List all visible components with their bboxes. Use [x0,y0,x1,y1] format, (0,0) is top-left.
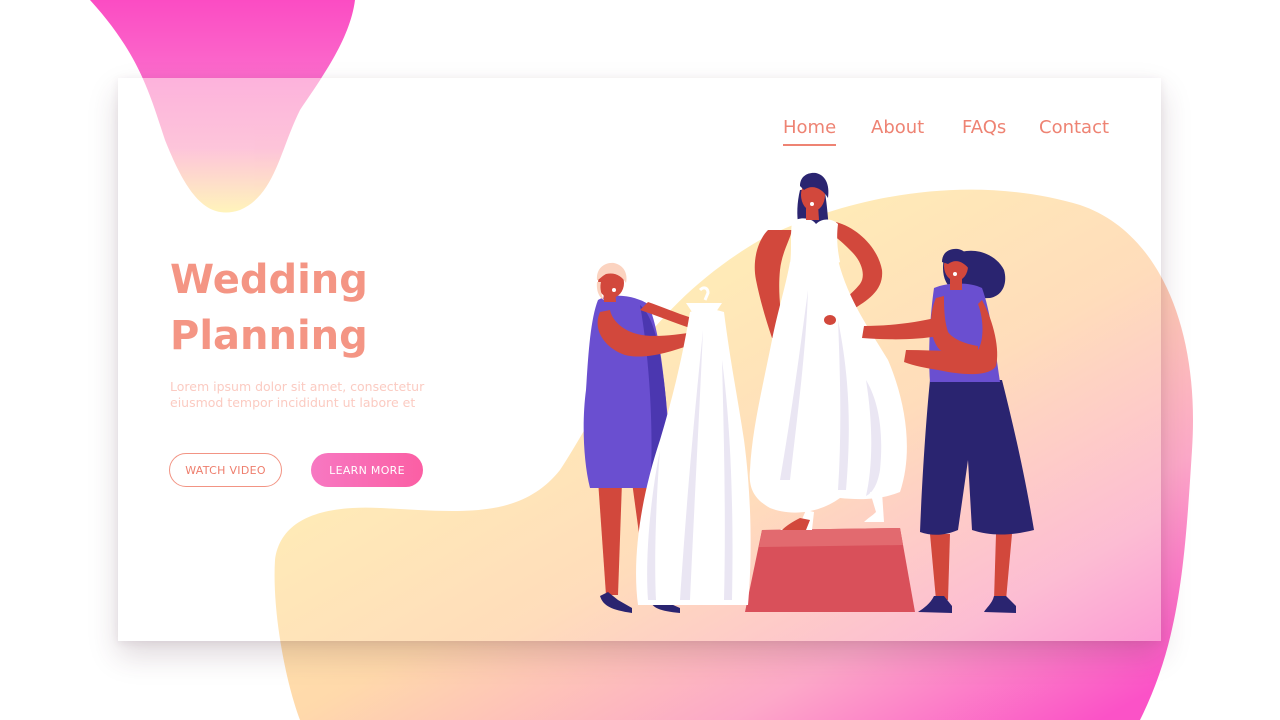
bride [749,172,907,530]
wedding-illustration [583,172,1034,613]
landing-page: Home About FAQs Contact Wedding Planning… [0,0,1280,720]
pedestal [745,528,915,612]
